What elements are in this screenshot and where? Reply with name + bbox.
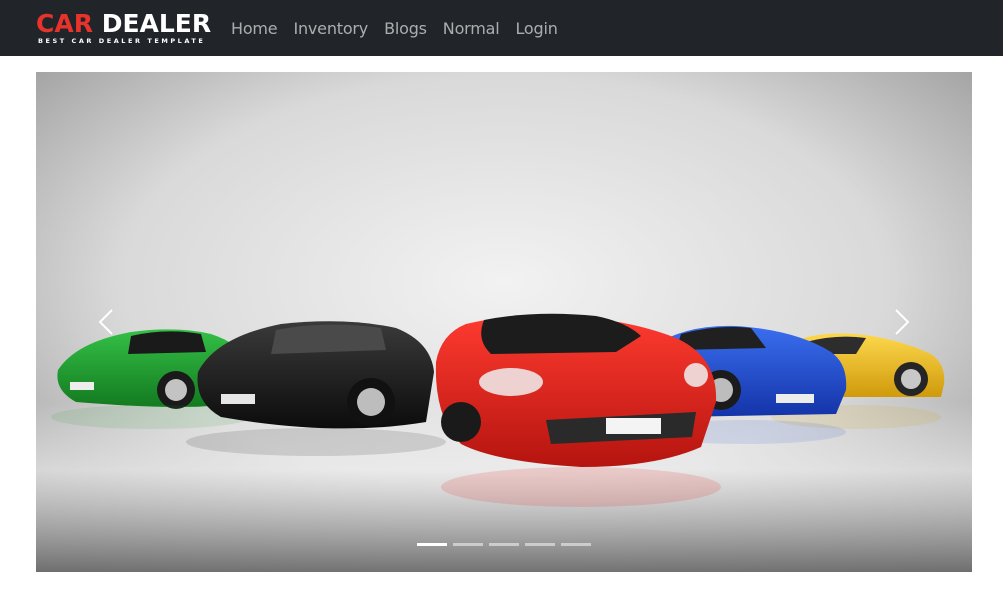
navbar: CAR DEALER BEST CAR DEALER TEMPLATE Home… — [0, 0, 1003, 56]
main-nav: Home Inventory Blogs Normal Login — [231, 0, 574, 56]
nav-inventory[interactable]: Inventory — [293, 19, 368, 38]
carousel-prev-button[interactable] — [36, 72, 176, 572]
logo-tagline: BEST CAR DEALER TEMPLATE — [38, 37, 206, 45]
carousel-next-button[interactable] — [832, 72, 972, 572]
hero-carousel — [36, 72, 972, 572]
carousel-indicator-5[interactable] — [561, 543, 591, 546]
carousel-indicator-4[interactable] — [525, 543, 555, 546]
chevron-right-icon — [895, 309, 910, 335]
nav-login[interactable]: Login — [516, 19, 558, 38]
brand-logo[interactable]: CAR DEALER BEST CAR DEALER TEMPLATE — [36, 10, 211, 46]
carousel-indicators — [36, 543, 972, 546]
chevron-left-icon — [98, 309, 113, 335]
carousel-indicator-2[interactable] — [453, 543, 483, 546]
nav-blogs[interactable]: Blogs — [384, 19, 427, 38]
carousel-indicator-1[interactable] — [417, 543, 447, 546]
carousel-indicator-3[interactable] — [489, 543, 519, 546]
nav-home[interactable]: Home — [231, 19, 278, 38]
red-car — [435, 313, 721, 507]
nav-normal[interactable]: Normal — [443, 19, 500, 38]
logo-wordmark: CAR DEALER — [36, 9, 212, 38]
